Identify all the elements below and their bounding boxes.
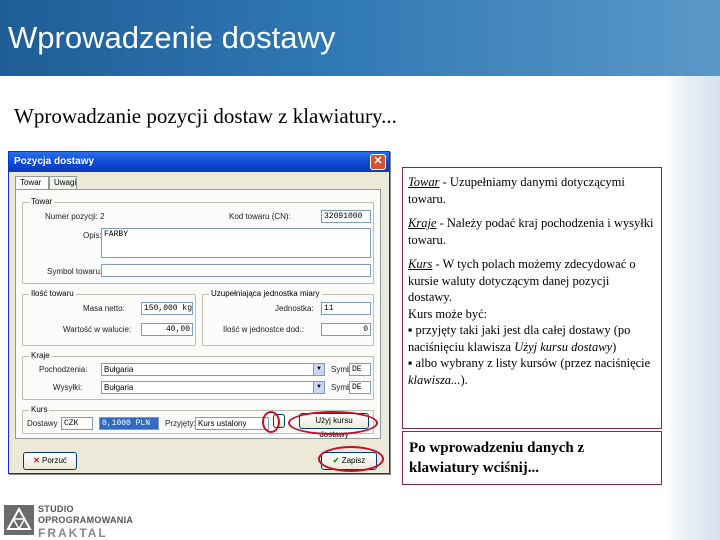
rate-field[interactable]: 0,1000 PLN [99,417,159,430]
info-kraje-text: - Należy podać kraj pochodzenia i wysyłk… [408,216,654,247]
cn-code-field[interactable]: 32091000 [321,210,371,223]
description-field[interactable]: FARBY [101,228,371,258]
applied-rate-select[interactable]: Kurs ustalony [195,417,269,430]
highlight-ring-use-rate [288,411,378,435]
info-opt1-b: ) [612,339,617,354]
value-currency-label: Wartość w walucie: [63,325,132,334]
info-box: Towar - Uzupełniamy danymi dotyczącymi t… [402,167,662,429]
slide-title: Wprowadzenie dostawy [8,20,336,55]
info-opt2-a: ▪ albo wybrany z listy kursów (przez nac… [408,356,651,370]
info-kurs-term: Kurs [408,257,433,271]
cn-code-label: Kod towaru (CN): [229,212,291,221]
title-banner: Wprowadzenie dostawy [0,0,720,76]
fractal-logo-icon [4,505,34,535]
origin-label: Pochodzenia: [39,365,88,374]
cta-box: Po wprowadzeniu danych z klawiatury wciś… [402,431,662,485]
group-towar-label: Towar [29,197,55,206]
info-opt2-key: klawisza... [408,372,461,387]
group-rate-label: Kurs [29,405,50,414]
group-unit-label: Uzupełniająca jednostka miary [209,289,322,298]
info-kraje: Kraje - Należy podać kraj pochodzenia i … [408,215,656,248]
info-towar: Towar - Uzupełniamy danymi dotyczącymi t… [408,174,656,207]
fraktal-logo: STUDIO OPROGRAMOWANIA FRAKTAL [4,504,134,540]
info-towar-text: - Uzupełniamy danymi dotyczącymi towaru. [408,175,625,206]
info-opt2-b: ). [460,372,468,387]
net-mass-label: Masa netto: [83,304,125,313]
origin-value: Bułgaria [104,365,134,374]
delivery-currency-field[interactable]: CZK [61,417,93,430]
logo-line3: FRAKTAL [38,526,108,540]
logo-line2: OPROGRAMOWANIA [38,515,134,525]
symbol-label: Symbol towaru: [47,267,103,276]
unit-label: Jednostka: [275,304,314,313]
unit-field[interactable]: 11 [321,302,371,315]
group-quantity-label: Ilość towaru [29,289,76,298]
additional-unit-qty-label: Ilość w jednostce dod.: [223,325,304,334]
highlight-ring-rate-list [262,411,280,433]
info-towar-term: Towar [408,175,440,189]
tab-towar[interactable]: Towar [15,176,49,190]
additional-unit-qty-field[interactable]: 0 [321,323,371,336]
net-mass-field[interactable]: 150,000 kg [141,302,193,315]
value-currency-field[interactable]: 40,00 [141,323,193,336]
tab-uwagi[interactable]: Uwagi [49,176,77,189]
dispatch-symbol-field[interactable]: DE [349,381,371,394]
dispatch-value: Bułgaria [104,383,134,392]
discard-button[interactable]: ✕ Porzuć [23,452,77,470]
group-towar: Towar Numer pozycji: 2 Kod towaru (CN): … [22,197,374,284]
dispatch-select[interactable]: Bułgaria ▼ [101,381,325,394]
dialog-title: Pozycja dostawy [14,156,95,167]
description-label: Opis: [83,231,102,240]
logo-line1: STUDIO [38,504,74,514]
info-kurs: Kurs - W tych polach możemy zdecydować o… [408,256,656,388]
applied-rate-value: Kurs ustalony [198,419,247,428]
info-kraje-term: Kraje [408,216,437,230]
group-countries: Kraje Pochodzenia: Bułgaria ▼ Symbol: DE… [22,351,374,400]
group-unit: Uzupełniająca jednostka miary Jednostka:… [202,289,374,346]
cross-icon: ✕ [33,456,40,465]
group-countries-label: Kraje [29,351,52,360]
slide-subtitle: Wprowadzanie pozycji dostaw z klawiatury… [14,104,397,128]
info-kurs-text: - W tych polach możemy zdecydować o kurs… [408,257,636,304]
origin-select[interactable]: Bułgaria ▼ [101,363,325,376]
origin-symbol-field[interactable]: DE [349,363,371,376]
item-number-label: Numer pozycji: 2 [45,212,105,221]
info-kurs-moze: Kurs może być: [408,306,488,321]
tab-panel: Towar Numer pozycji: 2 Kod towaru (CN): … [15,189,381,439]
chevron-down-icon[interactable]: ▼ [313,382,324,393]
close-icon[interactable]: ✕ [370,154,386,170]
right-decor-band [664,76,720,540]
symbol-field[interactable] [101,264,371,277]
chevron-down-icon[interactable]: ▼ [313,364,324,375]
applied-label: Przyjęty: [165,419,196,428]
discard-button-label: Porzuć [42,456,67,465]
info-opt1-key: Użyj kursu dostawy [514,339,613,354]
dialog-titlebar: Pozycja dostawy ✕ [9,152,389,172]
delivery-currency-label: Dostawy [27,419,58,428]
dispatch-label: Wysyłki: [53,383,83,392]
group-quantity: Ilość towaru Masa netto: 150,000 kg Wart… [22,289,196,346]
highlight-ring-save [318,446,384,472]
